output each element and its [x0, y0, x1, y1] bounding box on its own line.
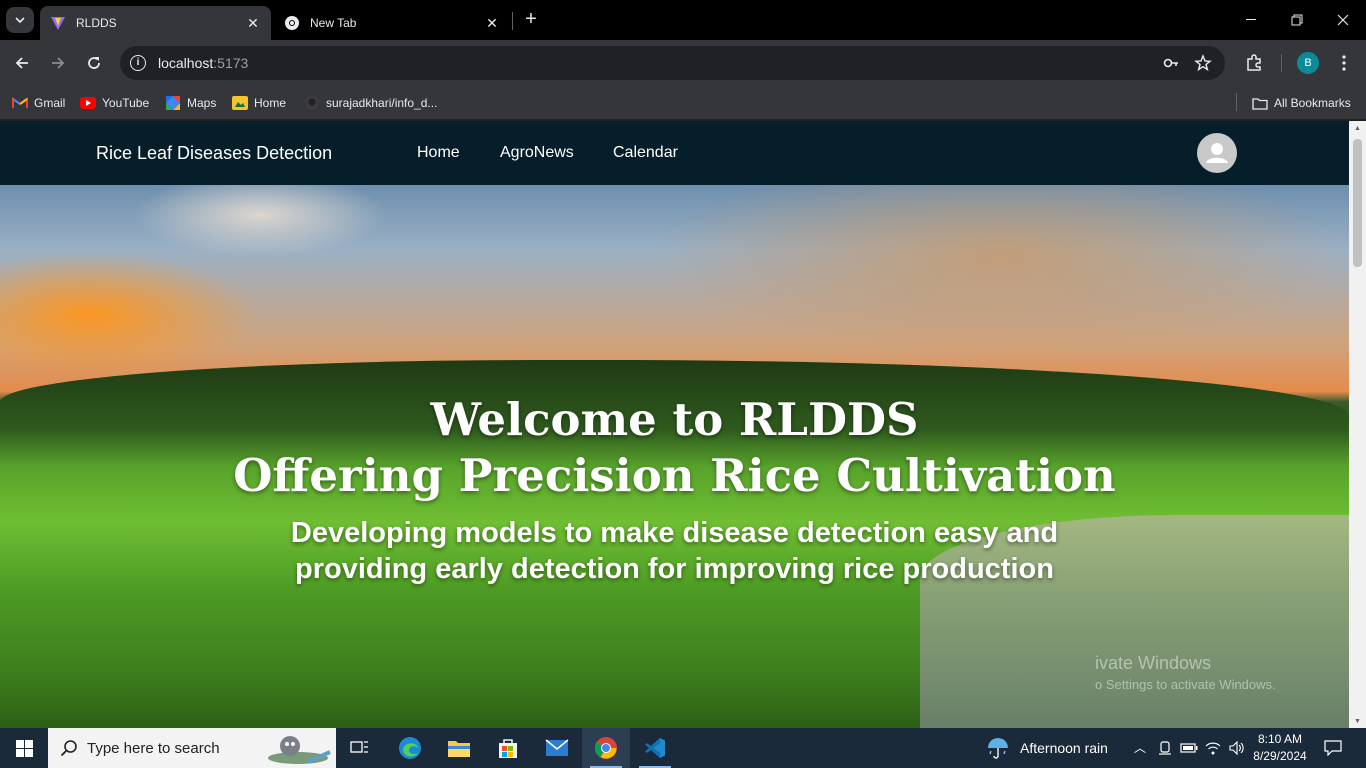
meet-now-icon[interactable]	[1154, 728, 1176, 768]
tab-separator	[512, 12, 513, 30]
bookmark-label: surajadkhari/info_d...	[326, 96, 438, 110]
tab-title: New Tab	[310, 16, 357, 30]
scroll-up-arrow-icon[interactable]: ▲	[1353, 125, 1362, 132]
minimize-icon[interactable]	[1228, 0, 1274, 40]
taskbar-search-box[interactable]: Type here to search	[48, 728, 336, 768]
chrome-taskbar-icon[interactable]	[582, 728, 630, 768]
bookmark-home[interactable]: Home	[232, 93, 286, 113]
site-navbar: Rice Leaf Diseases Detection Home AgroNe…	[0, 121, 1349, 185]
close-window-icon[interactable]	[1320, 0, 1366, 40]
nav-calendar-link[interactable]: Calendar	[613, 144, 678, 162]
clock-time: 8:10 AM	[1257, 732, 1303, 746]
home-bookmark-icon	[232, 96, 248, 110]
windows-taskbar: Type here to search Afternoon rain ︿ 8:1…	[0, 728, 1366, 768]
address-bar[interactable]: i localhost :5173	[120, 46, 1225, 80]
search-icon	[60, 740, 77, 757]
chevron-down-icon	[15, 17, 25, 23]
search-placeholder: Type here to search	[87, 739, 220, 757]
nav-agronews-link[interactable]: AgroNews	[500, 144, 574, 162]
edge-browser-icon[interactable]	[386, 728, 434, 768]
task-view-icon[interactable]	[336, 728, 384, 768]
notification-center-icon[interactable]	[1318, 728, 1348, 768]
bookmarks-bar: Gmail YouTube Maps Home surajadkhari/inf…	[0, 86, 1366, 120]
page-scrollbar[interactable]: ▲ ▼	[1349, 121, 1366, 728]
new-tab-button[interactable]: +	[519, 8, 543, 32]
mail-icon[interactable]	[533, 728, 581, 768]
weather-status[interactable]: Afternoon rain	[1020, 740, 1108, 756]
nav-home-link[interactable]: Home	[417, 144, 460, 162]
volume-icon[interactable]	[1226, 728, 1248, 768]
bookmark-label: YouTube	[102, 96, 150, 110]
microsoft-store-icon[interactable]	[484, 728, 532, 768]
github-icon	[304, 96, 320, 110]
bookmarks-divider	[1236, 93, 1237, 111]
bookmark-maps[interactable]: Maps	[165, 93, 216, 113]
hero-subtitle: Offering Precision Rice Cultivation	[233, 449, 1116, 502]
hero-description-line: providing early detection for improving …	[295, 553, 1054, 585]
gmail-icon	[12, 96, 28, 110]
weather-umbrella-icon[interactable]	[976, 728, 1020, 768]
tab-strip: RLDDS ✕ New Tab ✕ +	[0, 0, 1366, 40]
restore-icon[interactable]	[1274, 0, 1320, 40]
site-info-icon[interactable]: i	[130, 55, 146, 71]
windows-start-icon[interactable]	[0, 728, 48, 768]
close-tab-icon[interactable]: ✕	[245, 15, 261, 31]
search-highlight-illustration-icon	[268, 736, 331, 764]
file-explorer-icon[interactable]	[435, 728, 483, 768]
bookmark-youtube[interactable]: YouTube	[80, 93, 149, 113]
bookmark-label: Maps	[187, 96, 217, 110]
tab-title: RLDDS	[76, 16, 117, 30]
url-port: :5173	[213, 55, 249, 71]
site-brand[interactable]: Rice Leaf Diseases Detection	[96, 143, 332, 164]
browser-toolbar: i localhost :5173	[0, 40, 1366, 86]
close-tab-icon[interactable]: ✕	[484, 15, 500, 31]
all-bookmarks-button[interactable]: All Bookmarks	[1252, 93, 1351, 113]
hero-banner: Welcome to RLDDS Offering Precision Rice…	[0, 185, 1349, 728]
menu-kebab-icon[interactable]	[1331, 50, 1357, 76]
url-host: localhost	[158, 55, 214, 71]
bookmark-star-icon[interactable]	[1194, 54, 1212, 72]
bookmark-label: Gmail	[34, 96, 66, 110]
toolbar-divider	[1281, 54, 1282, 72]
tab-search-button[interactable]	[6, 7, 34, 33]
system-clock[interactable]: 8:10 AM 8/29/2024	[1246, 731, 1314, 765]
battery-icon[interactable]	[1178, 728, 1200, 768]
clock-date: 8/29/2024	[1253, 749, 1307, 763]
wifi-icon[interactable]	[1202, 728, 1224, 768]
chrome-logo-icon	[284, 15, 300, 31]
bookmark-label: Home	[254, 96, 287, 110]
bookmark-github[interactable]: surajadkhari/info_d...	[304, 93, 437, 113]
hero-title: Welcome to RLDDS	[430, 393, 919, 446]
back-arrow-icon[interactable]	[9, 50, 35, 76]
profile-avatar-button[interactable]: B	[1297, 52, 1319, 74]
bookmark-gmail[interactable]: Gmail	[12, 93, 65, 113]
folder-icon	[1252, 96, 1268, 110]
tab-rldds[interactable]: RLDDS ✕	[40, 6, 271, 40]
scrollbar-thumb[interactable]	[1353, 139, 1362, 267]
vite-logo-icon	[50, 15, 66, 31]
activate-windows-subtitle: o Settings to activate Windows.	[1095, 677, 1276, 692]
youtube-icon	[80, 96, 96, 110]
maps-icon	[165, 96, 181, 110]
user-avatar-icon[interactable]	[1197, 133, 1237, 173]
scroll-down-arrow-icon[interactable]: ▼	[1353, 718, 1362, 725]
activate-windows-title: ivate Windows	[1095, 653, 1212, 673]
hero-description: Developing models to make disease detect…	[0, 515, 1349, 587]
forward-arrow-icon[interactable]	[45, 50, 71, 76]
vscode-icon[interactable]	[631, 728, 679, 768]
reload-icon[interactable]	[81, 50, 107, 76]
all-bookmarks-label: All Bookmarks	[1274, 96, 1351, 110]
tab-new-tab[interactable]: New Tab ✕	[274, 6, 510, 40]
password-key-icon[interactable]	[1162, 54, 1180, 72]
web-page: Rice Leaf Diseases Detection Home AgroNe…	[0, 121, 1349, 728]
extensions-icon[interactable]	[1241, 50, 1267, 76]
chevron-up-icon[interactable]: ︿	[1134, 739, 1146, 756]
hero-description-line: Developing models to make disease detect…	[290, 517, 1059, 549]
